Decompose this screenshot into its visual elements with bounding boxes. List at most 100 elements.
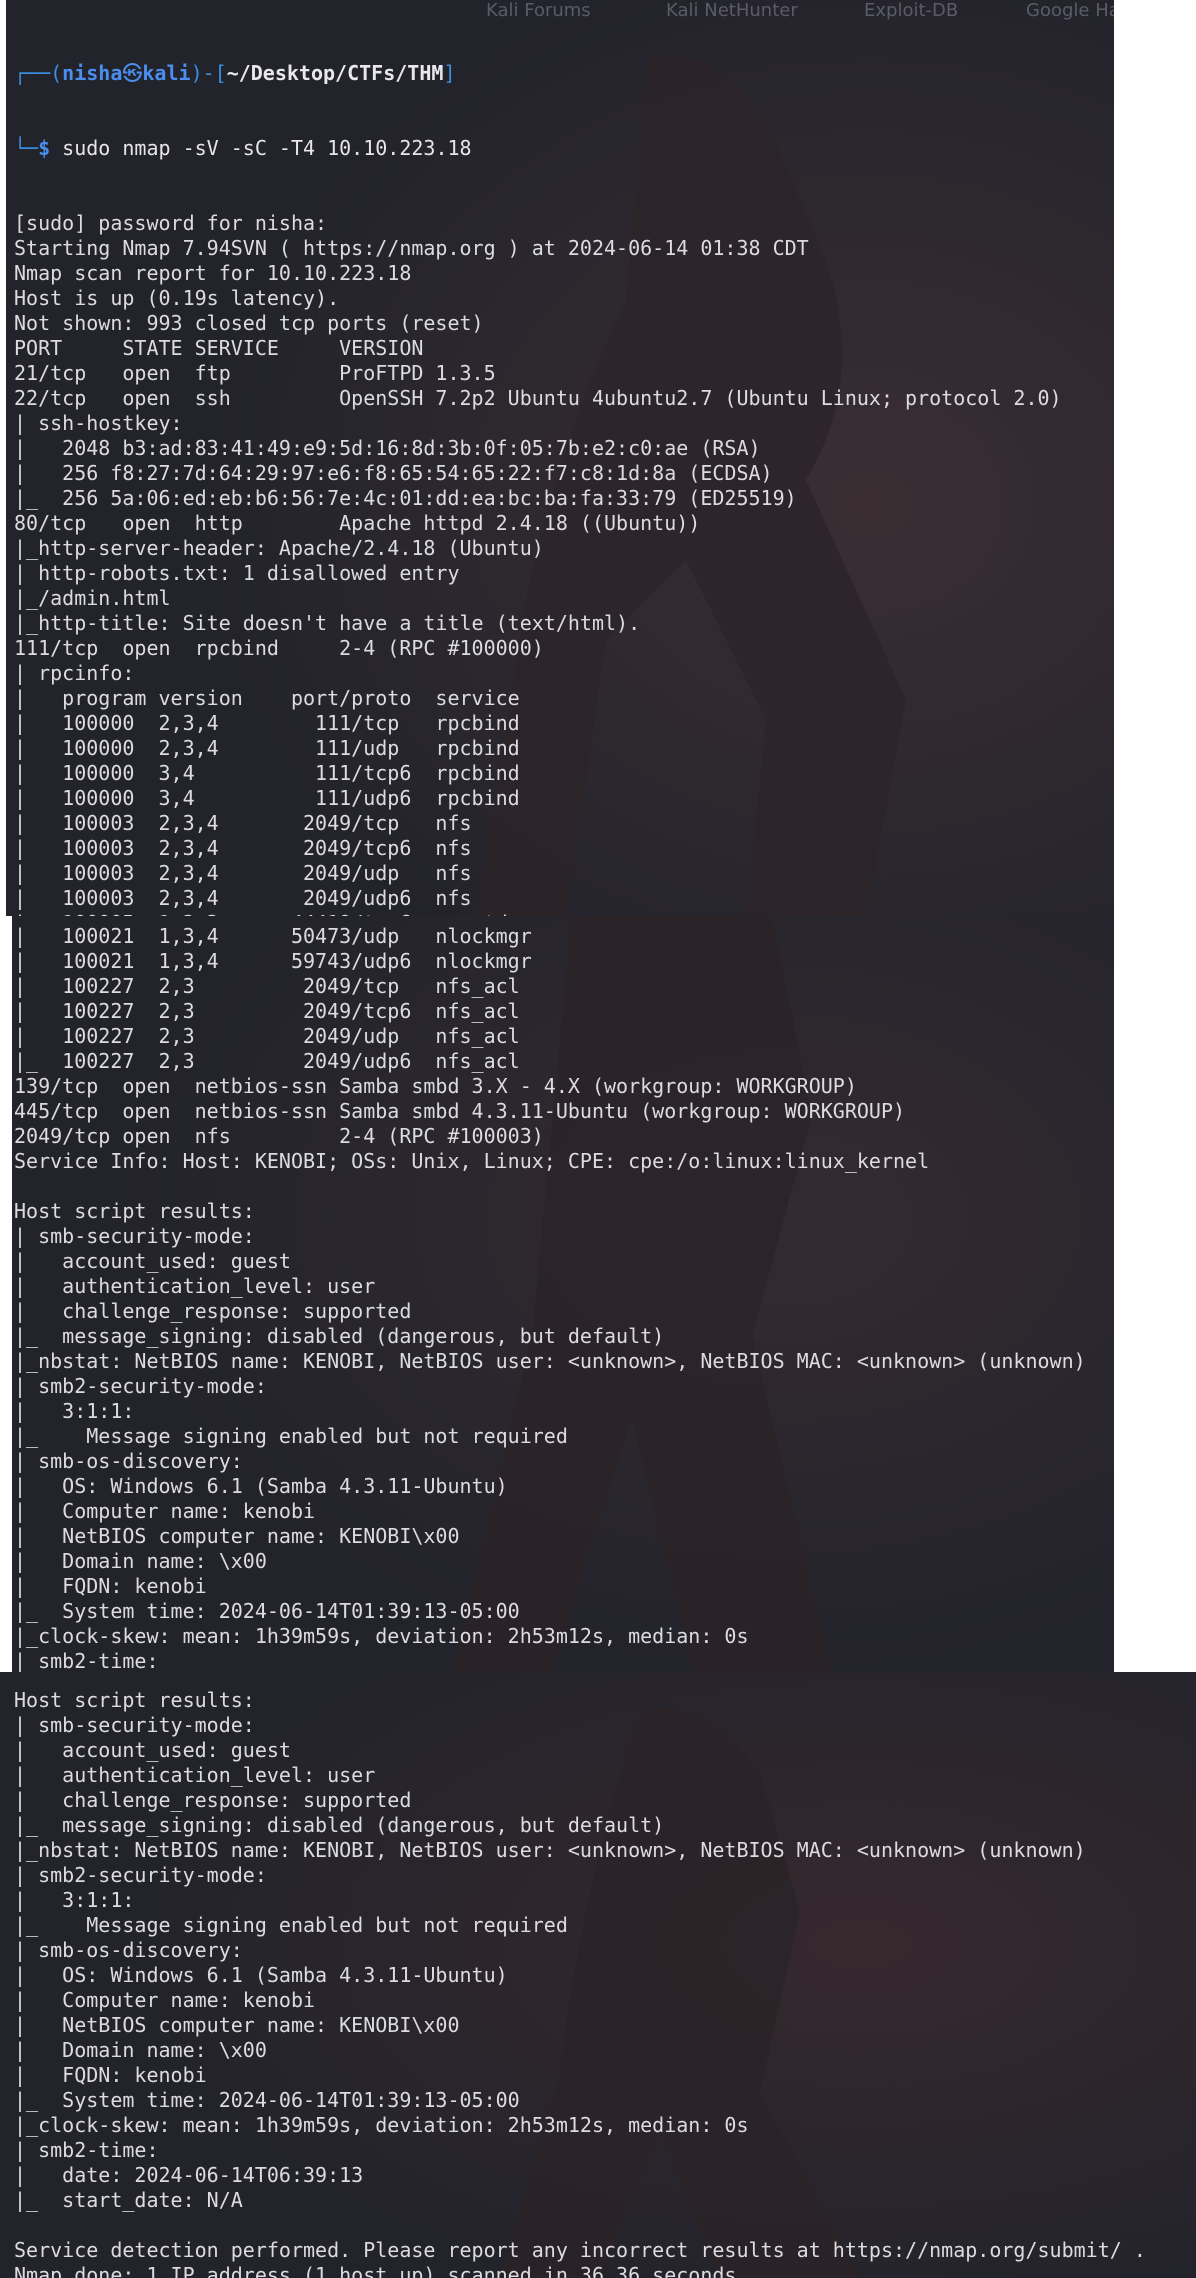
- terminal-line: |_ 100227 2,3 2049/udp6 nfs_acl: [14, 1049, 520, 1073]
- terminal-line: | account_used: guest: [14, 1249, 291, 1273]
- terminal-line: | NetBIOS computer name: KENOBI\x00: [14, 2013, 460, 2037]
- terminal-line: [sudo] password for nisha:: [14, 211, 328, 235]
- terminal-line: | FQDN: kenobi: [14, 1574, 207, 1598]
- terminal-line: | http-robots.txt: 1 disallowed entry: [14, 561, 460, 585]
- terminal-line: |_ message_signing: disabled (dangerous,…: [14, 1324, 665, 1348]
- terminal-line: |_nbstat: NetBIOS name: KENOBI, NetBIOS …: [14, 1349, 1086, 1373]
- prompt-symbol: $: [38, 136, 51, 160]
- terminal-line: | smb-security-mode:: [14, 1713, 255, 1737]
- terminal-line: Nmap scan report for 10.10.223.18: [14, 261, 412, 285]
- terminal-line: |_ System time: 2024-06-14T01:39:13-05:0…: [14, 1599, 520, 1623]
- terminal-line: |_ Message signing enabled but not requi…: [14, 1913, 568, 1937]
- terminal-line: | challenge_response: supported: [14, 1788, 412, 1812]
- terminal-line: 21/tcp open ftp ProFTPD 1.3.5: [14, 361, 496, 385]
- prompt-path: ~/Desktop/CTFs/THM: [226, 61, 444, 85]
- terminal-line: | 100003 2,3,4 2049/tcp6 nfs: [14, 836, 472, 860]
- terminal-line: | 100227 2,3 2049/tcp nfs_acl: [14, 974, 520, 998]
- terminal-line: | 100000 3,4 111/tcp6 rpcbind: [14, 761, 520, 785]
- prompt-at-icon: ㉿: [122, 61, 143, 85]
- terminal-line: | authentication_level: user: [14, 1274, 376, 1298]
- terminal-line: 22/tcp open ssh OpenSSH 7.2p2 Ubuntu 4ub…: [14, 386, 1062, 410]
- terminal-line: | program version port/proto service: [14, 686, 520, 710]
- terminal-line: Host is up (0.19s latency).: [14, 286, 340, 310]
- command-line: └─$ sudo nmap -sV -sC -T4 10.10.223.18: [14, 136, 1114, 161]
- prompt-close: ]: [443, 61, 456, 85]
- terminal-line: | 100021 1,3,4 50473/udp nlockmgr: [14, 924, 532, 948]
- panel2-output: | 100021 1,3,4 50473/udp nlockmgr | 10002…: [14, 924, 1114, 1672]
- terminal-line: Service detection performed. Please repo…: [14, 2238, 1146, 2262]
- terminal-line: | Computer name: kenobi: [14, 1499, 316, 1523]
- terminal-line: Host script results:: [14, 1199, 255, 1223]
- terminal-line: Host script results:: [14, 1688, 255, 1712]
- terminal-line: 111/tcp open rpcbind 2-4 (RPC #100000): [14, 636, 544, 660]
- terminal-line: Starting Nmap 7.94SVN ( https://nmap.org…: [14, 236, 809, 260]
- terminal-line: | smb-security-mode:: [14, 1224, 255, 1248]
- terminal-line: 445/tcp open netbios-ssn Samba smbd 4.3.…: [14, 1099, 906, 1123]
- terminal-line: | smb2-security-mode:: [14, 1374, 267, 1398]
- terminal-line: |_http-title: Site doesn't have a title …: [14, 611, 641, 635]
- prompt-mid: )-[: [190, 61, 227, 85]
- terminal-line: |_ 256 5a:06:ed:eb:b6:56:7e:4c:01:dd:ea:…: [14, 486, 797, 510]
- prompt-line: ┌──(nisha㉿kali)-[~/Desktop/CTFs/THM]: [14, 61, 1114, 86]
- terminal-line: | smb2-time:: [14, 1649, 159, 1672]
- terminal-line: 2049/tcp open nfs 2-4 (RPC #100003): [14, 1124, 544, 1148]
- terminal-line: | 100227 2,3 2049/udp nfs_acl: [14, 1024, 520, 1048]
- terminal-line: | authentication_level: user: [14, 1763, 376, 1787]
- terminal-line: | 100003 2,3,4 2049/udp6 nfs: [14, 886, 472, 910]
- terminal-screenshot-2: | 100021 1,3,4 50473/udp nlockmgr | 10002…: [12, 916, 1114, 1672]
- terminal-line: | OS: Windows 6.1 (Samba 4.3.11-Ubuntu): [14, 1474, 508, 1498]
- terminal-screenshot-1: Kali Forums Kali NetHunter Exploit-DB Go…: [6, 0, 1114, 916]
- terminal-line: | ssh-hostkey:: [14, 411, 183, 435]
- panel1-output: [sudo] password for nisha: Starting Nmap …: [14, 211, 1114, 916]
- terminal-line: PORT STATE SERVICE VERSION: [14, 336, 424, 360]
- terminal-line: | date: 2024-06-14T06:39:13: [14, 2163, 364, 2187]
- terminal-line: 139/tcp open netbios-ssn Samba smbd 3.X …: [14, 1074, 857, 1098]
- terminal-line: | smb2-security-mode:: [14, 1863, 267, 1887]
- terminal-line: | FQDN: kenobi: [14, 2063, 207, 2087]
- terminal-line: 80/tcp open http Apache httpd 2.4.18 ((U…: [14, 511, 701, 535]
- terminal-line: | challenge_response: supported: [14, 1299, 412, 1323]
- terminal-line: | 2048 b3:ad:83:41:49:e9:5d:16:8d:3b:0f:…: [14, 436, 761, 460]
- terminal-line: | 100000 3,4 111/udp6 rpcbind: [14, 786, 520, 810]
- terminal-line: | Domain name: \x00: [14, 1549, 267, 1573]
- terminal-line: | OS: Windows 6.1 (Samba 4.3.11-Ubuntu): [14, 1963, 508, 1987]
- terminal-line: | account_used: guest: [14, 1738, 291, 1762]
- terminal-line: Not shown: 993 closed tcp ports (reset): [14, 311, 484, 335]
- terminal-line: |_http-server-header: Apache/2.4.18 (Ubu…: [14, 536, 544, 560]
- terminal-line: | smb-os-discovery:: [14, 1938, 243, 1962]
- terminal-line: | 256 f8:27:7d:64:29:97:e6:f8:65:54:65:2…: [14, 461, 773, 485]
- prompt-host: kali: [142, 61, 191, 85]
- terminal-line: | smb2-time:: [14, 2138, 159, 2162]
- terminal-line: | 100000 2,3,4 111/udp rpcbind: [14, 736, 520, 760]
- prompt-corner-top: ┌──(: [14, 61, 63, 85]
- terminal-line: | Computer name: kenobi: [14, 1988, 316, 2012]
- terminal-line: Service Info: Host: KENOBI; OSs: Unix, L…: [14, 1149, 930, 1173]
- prompt-user: nisha: [62, 61, 123, 85]
- terminal-line: | smb-os-discovery:: [14, 1449, 243, 1473]
- terminal-line: |_/admin.html: [14, 586, 171, 610]
- terminal-screenshot-3: Host script results: | smb-security-mode:…: [0, 1672, 1196, 2278]
- terminal-line: | 100021 1,3,4 59743/udp6 nlockmgr: [14, 949, 532, 973]
- terminal-line: | 100000 2,3,4 111/tcp rpcbind: [14, 711, 520, 735]
- terminal-line: |_ Message signing enabled but not requi…: [14, 1424, 568, 1448]
- terminal-line: |_nbstat: NetBIOS name: KENOBI, NetBIOS …: [14, 1838, 1086, 1862]
- terminal-line: | 3:1:1:: [14, 1399, 135, 1423]
- terminal-line: |_clock-skew: mean: 1h39m59s, deviation:…: [14, 2113, 749, 2137]
- terminal-line: Nmap done: 1 IP address (1 host up) scan…: [14, 2263, 737, 2278]
- terminal-line: |_ start_date: N/A: [14, 2188, 243, 2212]
- terminal-line: | 3:1:1:: [14, 1888, 135, 1912]
- terminal-line: | 100227 2,3 2049/tcp6 nfs_acl: [14, 999, 520, 1023]
- terminal-output-1: ┌──(nisha㉿kali)-[~/Desktop/CTFs/THM] └─$…: [14, 11, 1114, 916]
- terminal-line: | Domain name: \x00: [14, 2038, 267, 2062]
- terminal-line: | 100003 2,3,4 2049/tcp nfs: [14, 811, 472, 835]
- command-text: sudo nmap -sV -sC -T4 10.10.223.18: [50, 136, 472, 160]
- terminal-line: |_ System time: 2024-06-14T01:39:13-05:0…: [14, 2088, 520, 2112]
- prompt-corner-bottom: └─: [14, 136, 39, 160]
- terminal-line: | 100003 2,3,4 2049/udp nfs: [14, 861, 472, 885]
- panel3-output: Host script results: | smb-security-mode:…: [14, 1688, 1196, 2278]
- terminal-line: |_ message_signing: disabled (dangerous,…: [14, 1813, 665, 1837]
- terminal-line: | NetBIOS computer name: KENOBI\x00: [14, 1524, 460, 1548]
- terminal-line: |_clock-skew: mean: 1h39m59s, deviation:…: [14, 1624, 749, 1648]
